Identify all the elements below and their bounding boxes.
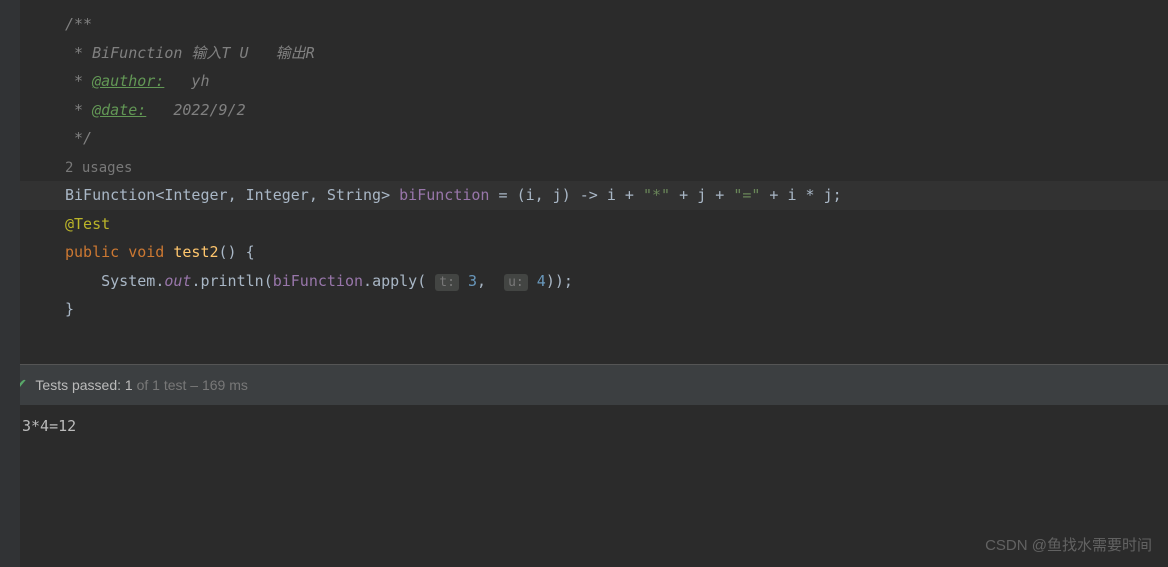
type-bifunction: BiFunction [65,186,155,204]
comment-star: * [65,101,92,119]
out-field: out [164,272,191,290]
system-class: System [101,272,155,290]
code-line: } [20,295,1168,324]
kw-public: public [65,243,119,261]
author-tag: @author: [92,72,164,90]
date-val: 2022/9/2 [146,101,245,119]
code-line: * @date: 2022/9/2 [20,96,1168,125]
tests-of-text: of 1 test – 169 ms [137,377,248,393]
code-line: * BiFunction 输入T U 输出R [20,39,1168,68]
code-line: * @author: yh [20,67,1168,96]
usages-text: 2 usages [65,160,132,176]
arg-u: 4 [537,272,546,290]
code-line: public void test2() { [20,238,1168,267]
string-literal: "*" [643,186,670,204]
generic-1: Integer [164,186,227,204]
param-hint-u: u: [504,274,528,291]
code-line: BiFunction<Integer, Integer, String> biF… [20,181,1168,210]
console-line: 3*4=12 [22,417,76,435]
editor-gutter [0,0,20,567]
lambda-params: (i, j) [517,186,571,204]
comment-desc: * BiFunction 输入T U 输出R [65,44,315,62]
code-line: */ [20,124,1168,153]
console-output[interactable]: 3*4=12 [2,405,1168,447]
code-line: /** [20,10,1168,39]
brace-close: } [65,300,74,318]
kw-void: void [128,243,164,261]
apply-call: apply [372,272,417,290]
method-name: test2 [173,243,218,261]
comment-star: * [65,72,92,90]
arg-t: 3 [468,272,477,290]
println-call: println [200,272,263,290]
generic-2: Integer [246,186,309,204]
code-editor[interactable]: /** * BiFunction 输入T U 输出R * @author: yh… [0,0,1168,334]
watermark: CSDN @鱼找水需要时间 [985,534,1152,555]
test-annotation: @Test [65,215,110,233]
code-line: @Test [20,210,1168,239]
generic-3: String [327,186,381,204]
lambda-arrow: -> [571,186,607,204]
param-hint-t: t: [435,274,459,291]
test-status-bar: ✔ Tests passed: 1 of 1 test – 169 ms [0,364,1168,405]
comment-start: /** [65,15,92,33]
code-line: System.out.println(biFunction.apply( t: … [20,267,1168,296]
usages-hint[interactable]: 2 usages [20,153,1168,182]
field-bifunction: biFunction [399,186,489,204]
tests-passed-count: 1 [125,377,133,393]
bifunction-ref: biFunction [273,272,363,290]
date-tag: @date: [92,101,146,119]
author-val: yh [164,72,209,90]
string-literal: "=" [733,186,760,204]
comment-end: */ [65,129,92,147]
tests-passed-label: Tests passed: [35,377,121,393]
